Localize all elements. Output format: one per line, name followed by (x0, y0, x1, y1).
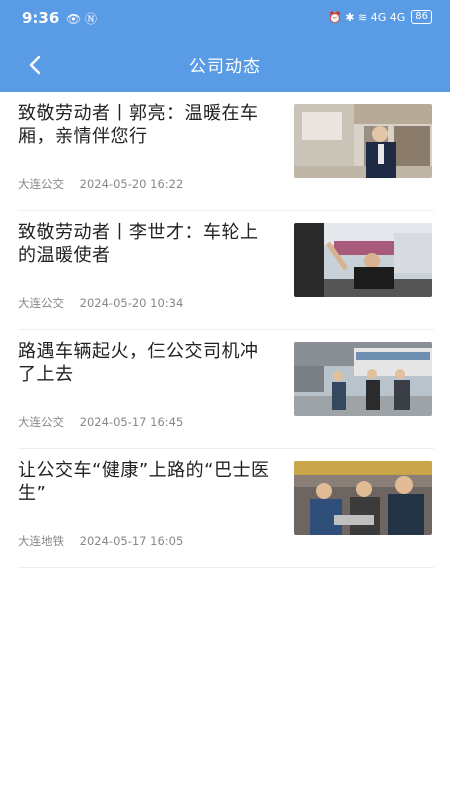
page-title: 公司动态 (189, 57, 261, 77)
status-system-icons: ⏰ ✱ ≋ 4G 4G (328, 10, 406, 24)
nav-bar: 公司动态 (0, 38, 450, 92)
news-source: 大连公交 (18, 296, 64, 310)
news-title: 致敬劳动者丨李世才：车轮上的温暖使者 (18, 222, 259, 266)
news-meta: 大连公交 2024-05-20 16:22 (18, 176, 183, 192)
news-thumbnail (294, 342, 432, 416)
news-meta: 大连地铁 2024-05-17 16:05 (18, 533, 183, 549)
news-datetime: 2024-05-17 16:05 (79, 534, 184, 548)
news-item[interactable]: 让公交车“健康”上路的“巴士医生” 大连地铁 2024-05-17 16:05 (18, 449, 434, 567)
news-meta: 大连公交 2024-05-17 16:45 (18, 414, 183, 430)
status-right-icons: ⏰ ✱ ≋ 4G 4G 86 (328, 10, 432, 24)
news-thumbnail (294, 104, 432, 178)
status-left-icons: 👁 Ⓝ (66, 12, 98, 26)
news-source: 大连公交 (18, 177, 64, 191)
news-meta: 大连公交 2024-05-20 10:34 (18, 295, 183, 311)
news-item[interactable]: 致敬劳动者丨李世才：车轮上的温暖使者 大连公交 2024-05-20 10:34 (18, 211, 434, 329)
divider (18, 567, 434, 568)
status-bar: 9:36 👁 Ⓝ ⏰ ✱ ≋ 4G 4G 86 (0, 0, 450, 34)
news-title: 路遇车辆起火，仨公交司机冲了上去 (18, 341, 259, 385)
news-source: 大连地铁 (18, 534, 64, 548)
news-datetime: 2024-05-17 16:45 (79, 415, 184, 429)
news-source: 大连公交 (18, 415, 64, 429)
news-title: 让公交车“健康”上路的“巴士医生” (18, 460, 270, 504)
status-time: 9:36 (22, 9, 60, 27)
news-thumbnail (294, 461, 432, 535)
news-thumbnail (294, 223, 432, 297)
news-item[interactable]: 路遇车辆起火，仨公交司机冲了上去 大连公交 2024-05-17 16:45 (18, 330, 434, 448)
news-item[interactable]: 致敬劳动者丨郭亮：温暖在车厢，亲情伴您行 大连公交 2024-05-20 16:… (18, 92, 434, 210)
app-header: 9:36 👁 Ⓝ ⏰ ✱ ≋ 4G 4G 86 公司动态 (0, 0, 450, 92)
news-datetime: 2024-05-20 16:22 (79, 177, 184, 191)
news-datetime: 2024-05-20 10:34 (79, 296, 184, 310)
news-title: 致敬劳动者丨郭亮：温暖在车厢，亲情伴您行 (18, 103, 259, 147)
battery-icon: 86 (411, 10, 432, 24)
